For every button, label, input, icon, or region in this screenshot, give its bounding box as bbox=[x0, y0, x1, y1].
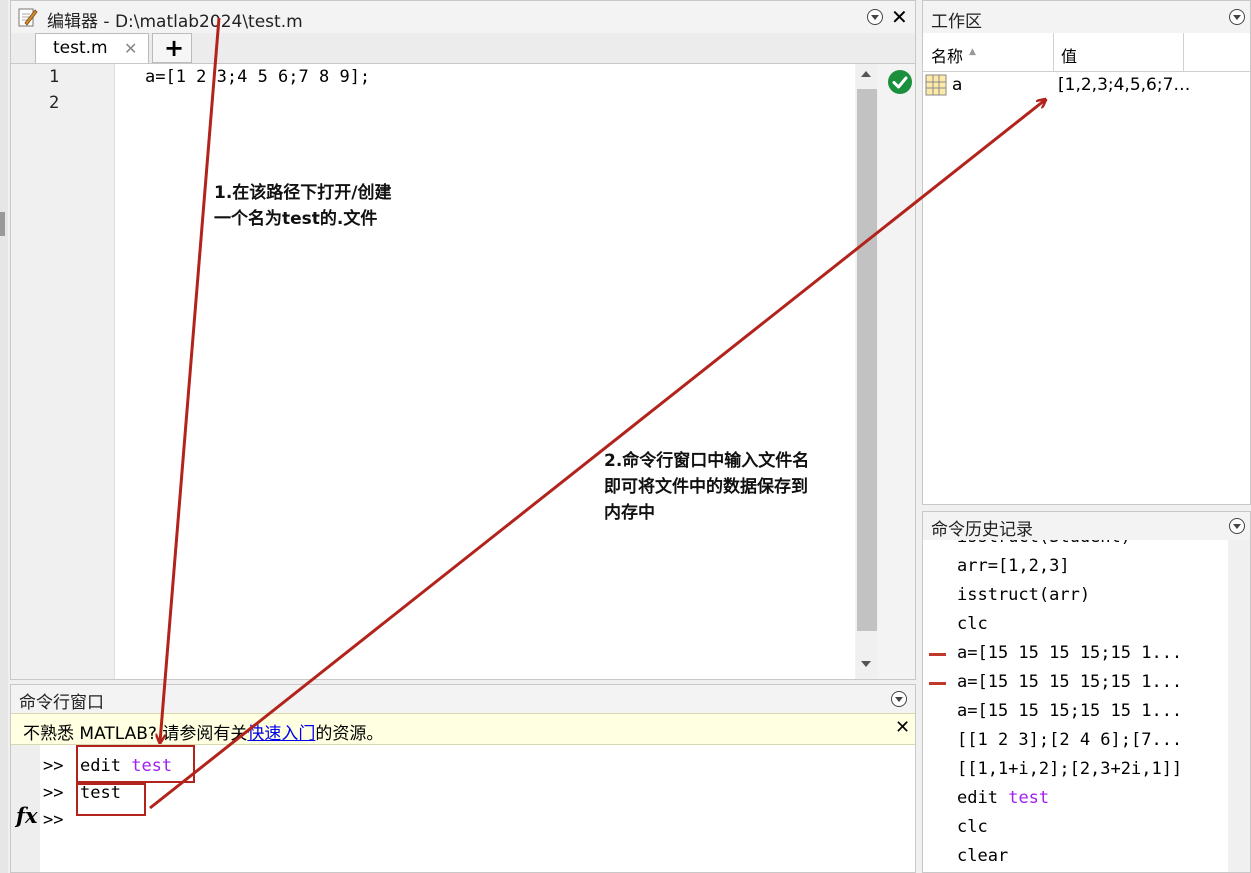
note2-line1: 2.命令行窗口中输入文件名 bbox=[604, 451, 810, 471]
history-list: isstruct(Student) arr=[1,2,3] isstruct(a… bbox=[923, 512, 1228, 872]
editor-panel: 编辑器 - D:\matlab2024\test.m ✕ test.m ✕ + … bbox=[10, 0, 916, 680]
col-header-value[interactable]: 值 bbox=[1061, 43, 1077, 67]
annotation-note-2: 2.命令行窗口中输入文件名 即可将文件中的数据保存到 内存中 bbox=[604, 448, 809, 526]
quick-start-link[interactable]: 快速入门 bbox=[247, 724, 315, 744]
workspace-menu-dropdown[interactable] bbox=[1229, 9, 1245, 25]
cmd-arg: test bbox=[131, 756, 173, 776]
notice-prefix: 不熟悉 MATLAB? 请参阅有关 bbox=[23, 724, 248, 744]
history-arg: test bbox=[1008, 788, 1050, 808]
editor-titlebar: 编辑器 - D:\matlab2024\test.m ✕ bbox=[11, 1, 915, 33]
tab-test-m[interactable]: test.m ✕ bbox=[35, 33, 149, 63]
tab-label: test.m bbox=[53, 38, 108, 58]
sort-asc-icon: ▲ bbox=[969, 47, 976, 57]
history-scrollbar[interactable] bbox=[1228, 540, 1250, 872]
editor-tab-strip: test.m ✕ + bbox=[11, 33, 915, 64]
col-header-name[interactable]: 名称 bbox=[931, 43, 963, 67]
line-number-1: 1 bbox=[49, 67, 60, 87]
history-item[interactable]: a=[15 15 15 15;15 1... bbox=[957, 643, 1182, 663]
notice-bar: 不熟悉 MATLAB? 请参阅有关快速入门的资源。 ✕ bbox=[11, 713, 915, 745]
scroll-down-icon[interactable] bbox=[861, 661, 871, 667]
history-item[interactable]: a=[15 15 15 15;15 1... bbox=[957, 672, 1182, 692]
plus-icon: + bbox=[164, 34, 185, 62]
notice-text: 不熟悉 MATLAB? 请参阅有关快速入门的资源。 bbox=[23, 719, 383, 744]
command-input[interactable] bbox=[81, 809, 901, 833]
line-number-2: 2 bbox=[49, 93, 60, 113]
workspace-var-row[interactable]: a [1,2,3;4,5,6;7… bbox=[923, 71, 1250, 99]
notice-suffix: 的资源。 bbox=[315, 724, 384, 744]
history-panel: 命令历史记录 isstruct(Student) arr=[1,2,3] iss… bbox=[922, 511, 1251, 873]
workspace-panel: 工作区 名称 ▲ 值 a [1,2,3;4,5,6;7… bbox=[922, 0, 1251, 505]
history-item[interactable]: [[1,1+i,2];[2,3+2i,1]] bbox=[957, 759, 1182, 779]
history-title: 命令历史记录 bbox=[931, 520, 1033, 540]
workspace-title: 工作区 bbox=[931, 12, 982, 32]
command-window-menu-dropdown[interactable] bbox=[891, 691, 907, 707]
cmd-edit: edit bbox=[80, 756, 121, 776]
error-marker bbox=[929, 653, 946, 656]
history-item[interactable]: clc bbox=[957, 614, 988, 634]
var-value: [1,2,3;4,5,6;7… bbox=[1058, 75, 1191, 95]
scrollbar-thumb[interactable] bbox=[857, 89, 877, 631]
code-area[interactable] bbox=[115, 64, 855, 679]
close-tab-icon[interactable]: ✕ bbox=[124, 39, 137, 58]
check-ok-icon[interactable] bbox=[887, 69, 913, 95]
editor-gutter bbox=[12, 64, 115, 679]
history-item[interactable]: arr=[1,2,3] bbox=[957, 556, 1070, 576]
fx-icon[interactable]: fx bbox=[16, 803, 38, 828]
prompt: >> bbox=[43, 783, 64, 803]
command-line-2[interactable]: test bbox=[80, 783, 121, 803]
column-divider[interactable] bbox=[1053, 33, 1054, 71]
workspace-header-row: 名称 ▲ 值 bbox=[923, 33, 1250, 72]
history-item[interactable]: edit test bbox=[957, 788, 1049, 808]
editor-close-button[interactable]: ✕ bbox=[891, 5, 908, 29]
add-tab-button[interactable]: + bbox=[152, 33, 192, 63]
history-item[interactable]: [[1 2 3];[2 4 6];[7... bbox=[957, 730, 1182, 750]
code-line-1[interactable]: a=[1 2 3;4 5 6;7 8 9]; bbox=[145, 67, 370, 87]
note2-line3: 内存中 bbox=[604, 503, 655, 523]
history-item[interactable]: clc bbox=[957, 817, 988, 837]
column-divider[interactable] bbox=[1183, 33, 1184, 71]
history-menu-dropdown[interactable] bbox=[1229, 518, 1245, 534]
annotation-note-1: 1.在该路径下打开/创建 一个名为test的.文件 bbox=[214, 180, 392, 232]
editor-title: 编辑器 - D:\matlab2024\test.m bbox=[47, 12, 303, 32]
history-item[interactable]: a=[15 15 15;15 15 1... bbox=[957, 701, 1182, 721]
left-edge-strip bbox=[0, 0, 8, 873]
note1-line2: 一个名为test的.文件 bbox=[214, 209, 378, 229]
history-titlebar: 命令历史记录 bbox=[923, 512, 1250, 540]
command-line-1[interactable]: edit test bbox=[80, 756, 172, 776]
note1-line1: 1.在该路径下打开/创建 bbox=[214, 183, 392, 203]
note2-line2: 即可将文件中的数据保存到 bbox=[604, 477, 808, 497]
notice-close-button[interactable]: ✕ bbox=[895, 717, 910, 738]
matrix-icon bbox=[925, 74, 947, 96]
editor-icon bbox=[18, 8, 38, 27]
prompt: >> bbox=[43, 810, 64, 830]
command-window-titlebar: 命令行窗口 bbox=[11, 685, 915, 713]
workspace-titlebar: 工作区 bbox=[923, 1, 1250, 33]
error-marker bbox=[929, 682, 946, 685]
history-item[interactable]: clear bbox=[957, 846, 1008, 866]
command-window-panel: 命令行窗口 不熟悉 MATLAB? 请参阅有关快速入门的资源。 ✕ fx >> … bbox=[10, 684, 916, 873]
left-edge-splitter[interactable] bbox=[0, 212, 5, 236]
var-name: a bbox=[952, 75, 963, 95]
history-item[interactable]: isstruct(arr) bbox=[957, 585, 1090, 605]
history-cmd: edit bbox=[957, 788, 998, 808]
scroll-up-icon[interactable] bbox=[861, 71, 871, 77]
prompt: >> bbox=[43, 756, 64, 776]
editor-menu-dropdown[interactable] bbox=[867, 9, 883, 25]
command-window-title: 命令行窗口 bbox=[19, 693, 104, 713]
